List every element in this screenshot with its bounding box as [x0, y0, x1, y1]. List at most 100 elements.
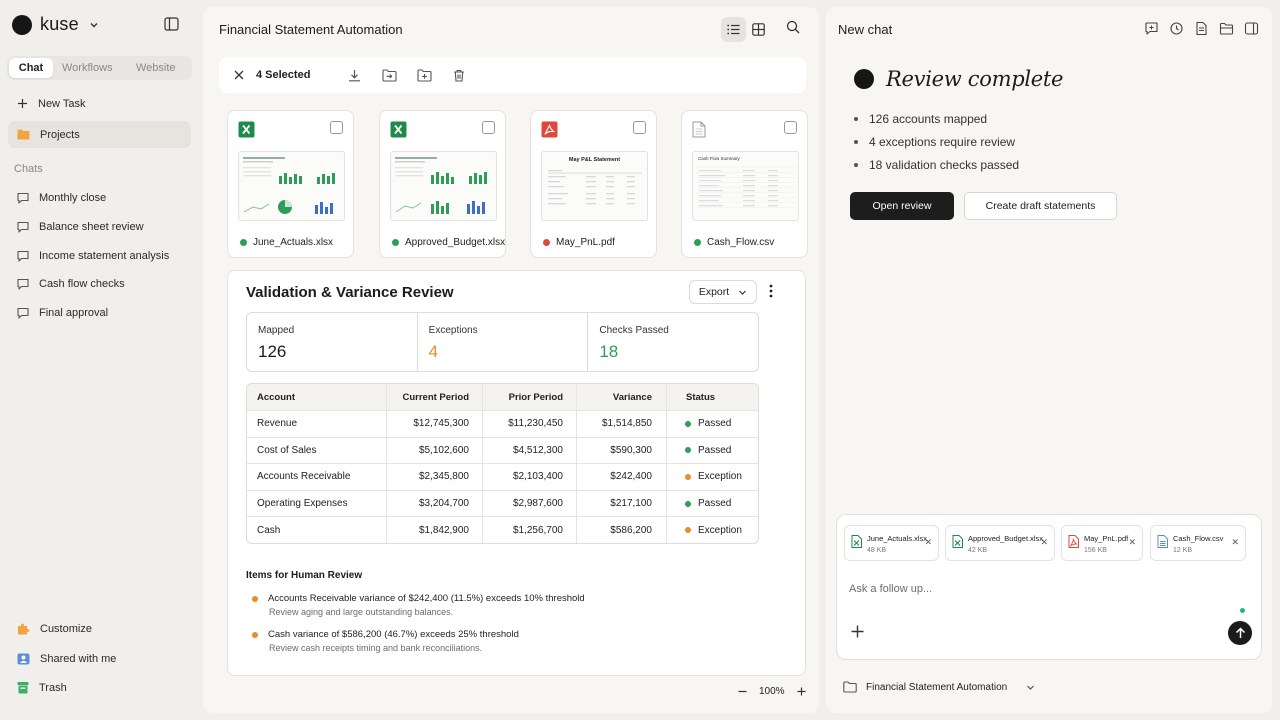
- cell-account: Accounts Receivable: [247, 464, 387, 490]
- table-row[interactable]: Cash $1,842,900 $1,256,700 $586,200 Exce…: [247, 516, 758, 543]
- new-task-button[interactable]: New Task: [8, 90, 191, 117]
- attachment-chip[interactable]: Cash_Flow.csv 12 KB ✕: [1150, 525, 1246, 561]
- column-header[interactable]: Variance: [577, 384, 667, 410]
- cell-variance: $586,200: [577, 517, 667, 543]
- sidebar-item-projects[interactable]: Projects: [8, 121, 191, 148]
- remove-attachment-icon[interactable]: ✕: [1231, 538, 1239, 547]
- attachment-chip[interactable]: May_PnL.pdf 156 KB ✕: [1061, 525, 1143, 561]
- export-label: Export: [698, 286, 730, 298]
- sidebar-item-shared-with-me[interactable]: Shared with me: [8, 645, 191, 672]
- panel-toggle-icon[interactable]: [1244, 21, 1259, 36]
- download-icon[interactable]: [345, 66, 363, 84]
- chat-item-income-statement-analysis[interactable]: Income statement analysis: [8, 242, 191, 269]
- sidebar-item-customize[interactable]: Customize: [8, 615, 191, 642]
- chat-item-cash-flow-checks[interactable]: Cash flow checks: [8, 270, 191, 297]
- workspace-switcher[interactable]: kuse: [12, 14, 99, 35]
- stat-label: Mapped: [258, 325, 295, 336]
- column-header[interactable]: Current Period: [387, 384, 483, 410]
- remove-attachment-icon[interactable]: ✕: [924, 538, 932, 547]
- status-label: Passed: [698, 418, 732, 430]
- table-row[interactable]: Accounts Receivable $2,345,800 $2,103,40…: [247, 463, 758, 490]
- tab-workflows[interactable]: Workflows: [53, 58, 122, 78]
- sidebar-item-trash[interactable]: Trash: [8, 674, 191, 701]
- new-chat-icon[interactable]: [1144, 21, 1159, 36]
- file-card[interactable]: Approved_Budget.xlsx: [379, 110, 506, 258]
- clear-selection-icon[interactable]: [234, 70, 244, 80]
- table-row[interactable]: Operating Expenses $3,204,700 $2,987,600…: [247, 489, 758, 517]
- export-dropdown[interactable]: Export: [689, 280, 757, 304]
- table-row[interactable]: Cost of Sales $5,102,600 $4,512,300 $590…: [247, 436, 758, 464]
- chat-item-label: Monthly close: [39, 191, 107, 204]
- zoom-in-icon[interactable]: [797, 687, 806, 696]
- cell-variance: $590,300: [577, 437, 667, 464]
- excel-file-icon: [238, 121, 255, 138]
- new-folder-icon[interactable]: [415, 66, 433, 84]
- chat-item-monthly-close[interactable]: Monthly close: [8, 184, 191, 211]
- shared-label: Shared with me: [40, 652, 117, 665]
- column-header[interactable]: Status: [667, 384, 758, 410]
- puzzle-icon: [17, 622, 30, 635]
- excel-file-icon: [390, 121, 407, 138]
- project-selector[interactable]: Financial Statement Automation: [843, 681, 1035, 693]
- remove-attachment-icon[interactable]: ✕: [1128, 538, 1136, 547]
- chat-item-balance-sheet-review[interactable]: Balance sheet review: [8, 213, 191, 240]
- cell-status: Passed: [667, 438, 758, 464]
- chat-item-final-approval[interactable]: Final approval: [8, 299, 191, 326]
- cell-prior: $11,230,450: [483, 411, 577, 437]
- trash-label: Trash: [39, 681, 67, 694]
- file-status-dot: [392, 239, 399, 246]
- column-header[interactable]: Prior Period: [483, 384, 577, 410]
- zoom-level: 100%: [759, 686, 785, 697]
- file-card[interactable]: May P&L Statement May_PnL.pdf: [530, 110, 657, 258]
- table-row[interactable]: Revenue $12,745,300 $11,230,450 $1,514,8…: [247, 410, 758, 437]
- projects-label: Projects: [40, 128, 80, 141]
- tab-website[interactable]: Website: [122, 58, 191, 78]
- chat-bubble-icon: [17, 221, 29, 233]
- cell-status: Exception: [667, 517, 758, 543]
- create-draft-statements-button[interactable]: Create draft statements: [964, 192, 1117, 220]
- file-checkbox[interactable]: [330, 121, 343, 134]
- column-header[interactable]: Account: [247, 384, 387, 410]
- delete-icon[interactable]: [450, 66, 468, 84]
- file-name: Approved_Budget.xlsx: [392, 237, 505, 248]
- cell-current: $1,842,900: [387, 517, 483, 543]
- attachment-chip[interactable]: Approved_Budget.xlsx 42 KB ✕: [945, 525, 1055, 561]
- status-dot: [685, 473, 691, 480]
- file-checkbox[interactable]: [633, 121, 646, 134]
- move-to-folder-icon[interactable]: [380, 66, 398, 84]
- warning-dot: [252, 595, 258, 602]
- review-item-detail: Review aging and large outstanding balan…: [269, 607, 454, 617]
- attachment-chip[interactable]: June_Actuals.xlsx 48 KB ✕: [844, 525, 939, 561]
- zoom-out-icon[interactable]: [738, 687, 747, 696]
- send-button[interactable]: [1228, 621, 1252, 645]
- tab-chat[interactable]: Chat: [9, 58, 53, 78]
- remove-attachment-icon[interactable]: ✕: [1040, 538, 1048, 547]
- bullet-text: 4 exceptions require review: [869, 134, 1016, 149]
- file-card[interactable]: June_Actuals.xlsx: [227, 110, 354, 258]
- file-name: May_PnL.pdf: [543, 237, 615, 248]
- grid-view-button[interactable]: [746, 17, 771, 42]
- variance-table: Account Current Period Prior Period Vari…: [246, 383, 759, 544]
- sidebar-toggle-icon[interactable]: [164, 17, 179, 31]
- file-checkbox[interactable]: [482, 121, 495, 134]
- status-dot: [685, 500, 691, 507]
- file-checkbox[interactable]: [784, 121, 797, 134]
- pdf-file-icon: [1068, 535, 1079, 548]
- follow-up-input[interactable]: [849, 583, 1229, 595]
- history-icon[interactable]: [1169, 21, 1184, 36]
- list-view-button[interactable]: [721, 17, 746, 42]
- more-options-icon[interactable]: [769, 284, 773, 298]
- file-name: Cash_Flow.csv: [694, 237, 774, 248]
- add-attachment-icon[interactable]: [851, 625, 864, 638]
- status-label: Exception: [698, 471, 742, 483]
- file-card[interactable]: Cash Flow Summary Cash_Flow.csv: [681, 110, 808, 258]
- folder-open-icon[interactable]: [1219, 21, 1234, 36]
- open-review-button[interactable]: Open review: [850, 192, 954, 220]
- document-icon[interactable]: [1194, 21, 1209, 36]
- chats-heading: Chats: [14, 163, 43, 175]
- status-label: Passed: [698, 444, 732, 456]
- search-icon[interactable]: [786, 20, 800, 34]
- chat-item-label: Cash flow checks: [39, 277, 125, 290]
- bullet-text: 126 accounts mapped: [869, 111, 988, 126]
- list-item: 126 accounts mapped: [854, 107, 1019, 130]
